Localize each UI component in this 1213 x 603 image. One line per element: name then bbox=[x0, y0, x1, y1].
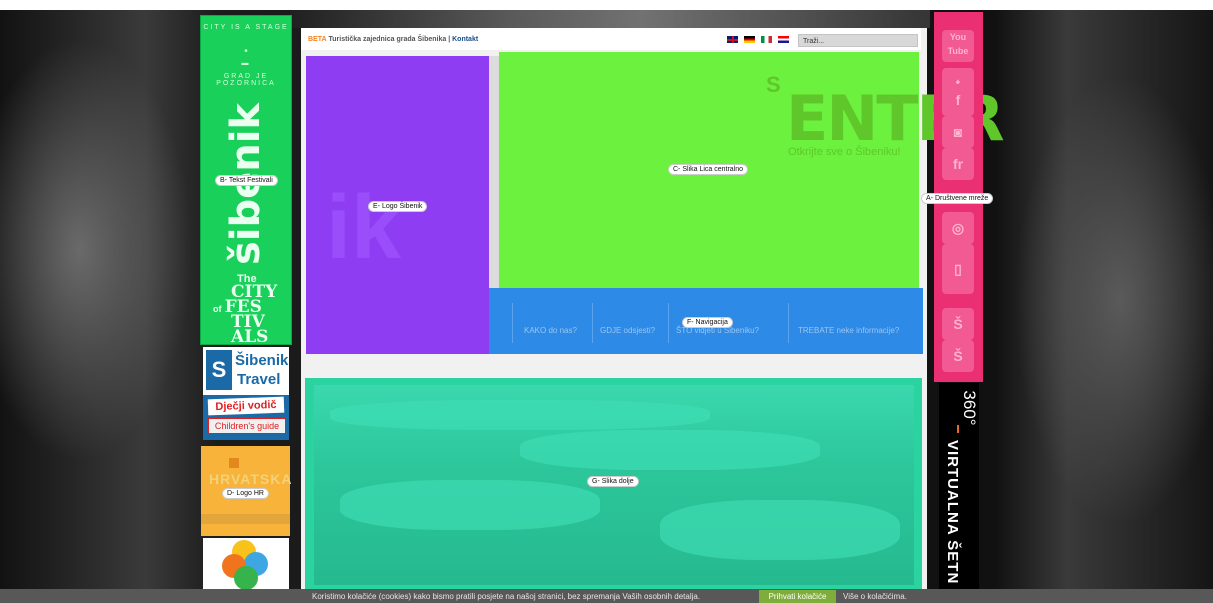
virtual-tour-divider bbox=[957, 425, 959, 433]
kids-guide-en: Children's guide bbox=[208, 418, 286, 434]
purple-deco-letters: ik bbox=[326, 178, 402, 278]
nav-item-where-to-stay[interactable]: GDJE odsjesti? bbox=[600, 326, 655, 335]
header-title: BETA Turistička zajednica grada Šibenika… bbox=[308, 36, 479, 43]
annotation-label-d: D- Logo HR bbox=[222, 488, 269, 499]
search-input[interactable]: Traži... bbox=[798, 34, 918, 47]
sibenik-s-icon: S bbox=[206, 350, 232, 390]
language-flags bbox=[727, 36, 789, 43]
nav-item-how-to-get[interactable]: KAKO do nas? bbox=[524, 326, 577, 335]
bar-separator-icon: ▬ bbox=[241, 60, 251, 67]
annotation-label-a: A- Društvene mreže bbox=[921, 193, 994, 204]
aerial-land-shape bbox=[330, 400, 710, 430]
croatia-checker-icon bbox=[229, 458, 239, 468]
annotation-label-f: F- Navigacija bbox=[682, 317, 733, 328]
background-top-strip bbox=[290, 10, 930, 28]
aerial-land-shape bbox=[340, 480, 600, 530]
target-icon[interactable]: ◎ bbox=[942, 212, 974, 244]
annotation-label-b: B- Tekst Festivali bbox=[215, 175, 278, 186]
flag-de-icon[interactable] bbox=[744, 36, 755, 43]
travel-line1: Šibenik bbox=[235, 352, 289, 369]
tagline-top: CITY IS A STAGE bbox=[203, 24, 289, 31]
hrvatska-word: HRVATSKA bbox=[209, 471, 293, 487]
foursquare-icon[interactable]: fr bbox=[942, 148, 974, 180]
city-of-festivals-text: The CITY of FES TIV ALS bbox=[213, 273, 278, 347]
nav-separator bbox=[668, 303, 669, 343]
nav-separator bbox=[592, 303, 593, 343]
petal-green-icon bbox=[234, 566, 258, 590]
aerial-land-shape bbox=[660, 500, 900, 560]
nav-separator bbox=[788, 303, 789, 343]
mobile-app-icon[interactable]: ▯ bbox=[942, 244, 974, 294]
croatia-band bbox=[201, 514, 290, 524]
aerial-land-shape bbox=[520, 430, 820, 470]
flag-en-icon[interactable] bbox=[727, 36, 738, 43]
enter-subtitle: Otkrijte sve o Šibeniku! bbox=[788, 146, 901, 158]
contact-link[interactable]: Kontakt bbox=[452, 36, 478, 43]
flag-it-icon[interactable] bbox=[761, 36, 772, 43]
nav-item-information[interactable]: TREBATE neke informacije? bbox=[798, 326, 899, 335]
youtube-icon[interactable]: You Tube bbox=[942, 30, 974, 62]
sibenik-travel-logo[interactable]: S Šibenik Travel bbox=[203, 347, 289, 395]
instagram-icon[interactable]: ◙ bbox=[942, 116, 974, 148]
dot-separator-icon: • bbox=[244, 46, 248, 57]
divider-strip bbox=[489, 56, 499, 288]
kids-guide-hr: Dječji vodič bbox=[207, 396, 285, 416]
cookie-text: Koristimo kolačiće (cookies) kako bismo … bbox=[312, 592, 701, 601]
annotation-label-c: C- Slika Lica centralno bbox=[668, 164, 749, 175]
virtual-tour-360: 360° bbox=[960, 390, 979, 426]
android-app-icon[interactable]: Š bbox=[942, 340, 974, 372]
flag-hr-icon[interactable] bbox=[778, 36, 789, 43]
apple-app-icon[interactable]: Š bbox=[942, 308, 974, 340]
annotation-label-g: G- Slika dolje bbox=[587, 476, 639, 487]
childrens-guide-banner[interactable]: Dječji vodič Children's guide bbox=[203, 395, 289, 440]
travel-line2: Travel bbox=[237, 371, 281, 388]
nav-separator bbox=[512, 303, 513, 343]
tagline-bottom: GRAD JE POZORNICA bbox=[216, 73, 276, 87]
annotation-label-e: E- Logo Šibenik bbox=[368, 201, 428, 212]
facebook-icon[interactable]: f bbox=[942, 84, 974, 116]
accept-cookies-button[interactable]: Prihvati kolačiće bbox=[759, 590, 836, 603]
virtual-tour-text: VIRTUALNA ŠETN bbox=[944, 440, 961, 585]
enter-s-icon: S bbox=[766, 72, 781, 97]
partner-petal-logo[interactable] bbox=[203, 538, 289, 593]
cookie-more-link[interactable]: Više o kolačićima. bbox=[843, 592, 907, 601]
top-white-frame bbox=[0, 0, 1213, 10]
